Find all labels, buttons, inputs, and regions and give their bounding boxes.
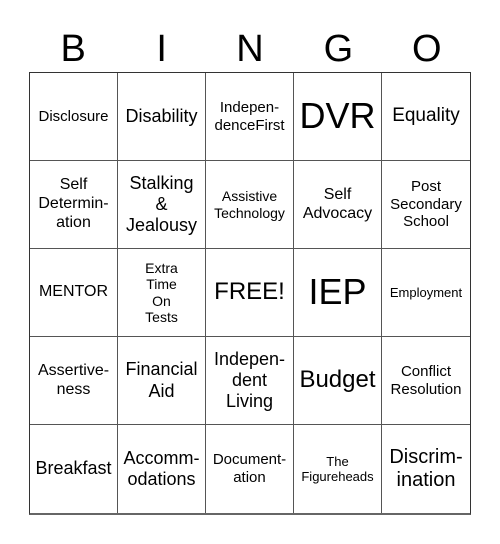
bingo-board: Disclosure Disability Indepen- denceFirs… [29,72,471,515]
header-letter-i: I [156,28,167,70]
header-letter-g: G [323,28,354,70]
bingo-cell[interactable]: Self Determin- ation [30,161,118,249]
bingo-cell[interactable]: Document- ation [206,425,294,513]
bingo-cell[interactable]: Discrim- ination [382,425,470,513]
bingo-cell[interactable]: Equality [382,73,470,161]
bingo-cell[interactable]: The Figureheads [294,425,382,513]
bingo-cell[interactable]: MENTOR [30,249,118,337]
bingo-cell[interactable]: Assertive- ness [30,337,118,425]
bingo-cell[interactable]: Accomm- odations [118,425,206,513]
bingo-cell[interactable]: Financial Aid [118,337,206,425]
bingo-cell[interactable]: Breakfast [30,425,118,513]
bingo-cell[interactable]: Employment [382,249,470,337]
bingo-cell[interactable]: Conflict Resolution [382,337,470,425]
bingo-cell[interactable]: DVR [294,73,382,161]
free-space[interactable]: FREE! [206,249,294,337]
bingo-cell[interactable]: Assistive Technology [206,161,294,249]
bingo-cell[interactable]: Indepen- dent Living [206,337,294,425]
bingo-cell[interactable]: Post Secondary School [382,161,470,249]
header-letter-n: N [236,28,264,70]
bingo-cell[interactable]: Indepen- denceFirst [206,73,294,161]
bingo-cell[interactable]: Budget [294,337,382,425]
bingo-cell[interactable]: Self Advocacy [294,161,382,249]
header-letter-b: B [60,28,86,70]
bingo-cell[interactable]: Disability [118,73,206,161]
bingo-header: B I N G O [29,22,471,72]
bingo-cell[interactable]: Disclosure [30,73,118,161]
bingo-cell[interactable]: Stalking & Jealousy [118,161,206,249]
header-letter-o: O [412,28,442,70]
bingo-cell[interactable]: IEP [294,249,382,337]
bingo-cell[interactable]: Extra Time On Tests [118,249,206,337]
